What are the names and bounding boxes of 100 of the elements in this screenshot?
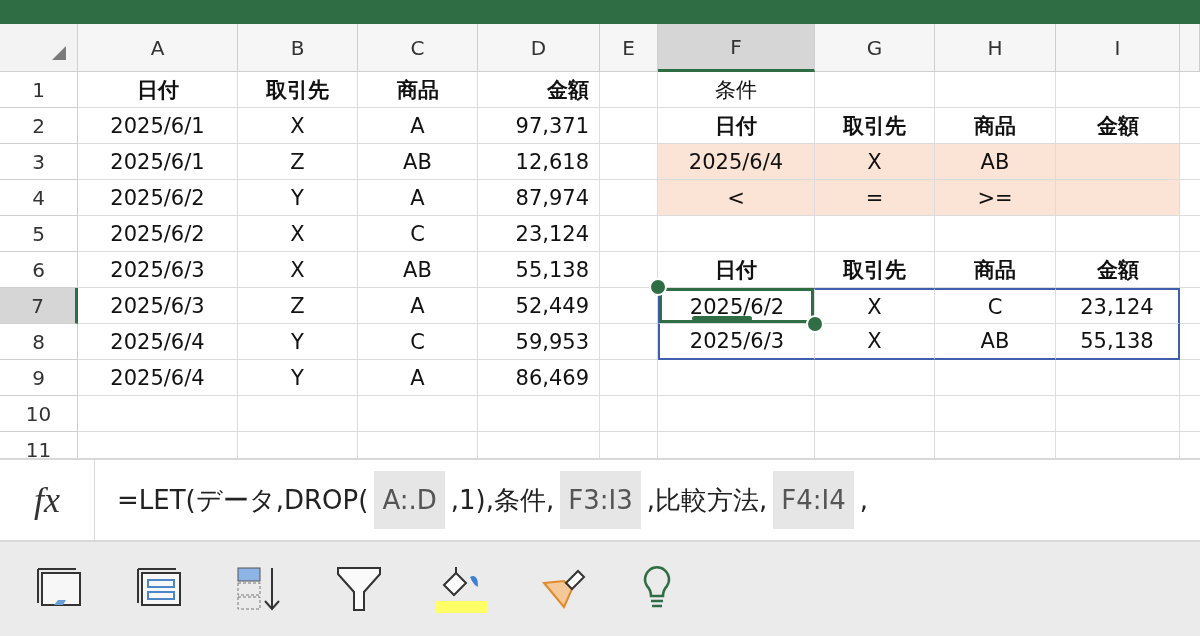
table-cell[interactable]: X (815, 144, 935, 180)
column-header[interactable]: C (358, 24, 478, 72)
table-cell[interactable] (815, 360, 935, 396)
brush-icon[interactable] (542, 569, 588, 609)
table-cell[interactable]: 23,124 (478, 216, 600, 252)
column-header[interactable]: B (238, 24, 358, 72)
table-cell[interactable]: C (358, 324, 478, 360)
table-cell[interactable]: X (238, 108, 358, 144)
table-cell[interactable]: 取引先 (815, 252, 935, 288)
table-cell[interactable]: AB (358, 252, 478, 288)
table-cell[interactable] (358, 396, 478, 432)
column-header[interactable]: H (935, 24, 1056, 72)
row-header[interactable]: 7 (0, 288, 78, 324)
formula-field[interactable]: =LET(データ,DROP( A:.D ,1),条件, F3:I3 ,比較方法, F4:I4 , (95, 460, 868, 540)
table-cell[interactable]: 2025/6/3 (78, 252, 238, 288)
table-cell[interactable]: 2025/6/2 (658, 288, 815, 324)
table-cell[interactable]: 86,469 (478, 360, 600, 396)
table-cell[interactable] (78, 396, 238, 432)
column-header[interactable]: D (478, 24, 600, 72)
table-cell[interactable]: = (815, 180, 935, 216)
table-cell[interactable]: 97,371 (478, 108, 600, 144)
table-cell[interactable]: X (238, 252, 358, 288)
table-cell[interactable] (478, 396, 600, 432)
selection-handle[interactable] (806, 315, 824, 333)
column-header[interactable]: F (658, 24, 815, 72)
table-cell[interactable]: A (358, 360, 478, 396)
select-all-icon[interactable] (51, 45, 67, 61)
column-header[interactable]: G (815, 24, 935, 72)
table-cell[interactable] (1056, 360, 1180, 396)
table-cell[interactable]: < (658, 180, 815, 216)
table-cell[interactable] (1056, 216, 1180, 252)
column-header[interactable]: I (1056, 24, 1180, 72)
table-cell[interactable]: AB (358, 144, 478, 180)
table-cell[interactable] (658, 216, 815, 252)
table-cell[interactable] (600, 72, 658, 108)
column-header[interactable]: E (600, 24, 658, 72)
table-cell[interactable]: C (358, 216, 478, 252)
table-cell[interactable]: 2025/6/3 (78, 288, 238, 324)
table-cell[interactable] (600, 108, 658, 144)
table-cell[interactable] (238, 396, 358, 432)
table-cell[interactable]: A (358, 288, 478, 324)
table-cell[interactable] (600, 360, 658, 396)
table-cell[interactable]: A (358, 180, 478, 216)
table-cell[interactable] (600, 216, 658, 252)
table-cell[interactable]: 金額 (1056, 252, 1180, 288)
table-cell[interactable]: Y (238, 180, 358, 216)
table-cell[interactable] (815, 72, 935, 108)
row-header[interactable]: 5 (0, 216, 78, 252)
column-header[interactable]: A (78, 24, 238, 72)
table-cell[interactable]: A (358, 108, 478, 144)
table-cell[interactable]: 2025/6/4 (658, 144, 815, 180)
row-header[interactable]: 2 (0, 108, 78, 144)
table-cell[interactable]: Z (238, 288, 358, 324)
row-header[interactable]: 10 (0, 396, 78, 432)
table-cell[interactable]: 商品 (358, 72, 478, 108)
table-cell[interactable]: C (935, 288, 1056, 324)
table-cell[interactable]: 59,953 (478, 324, 600, 360)
select-all-corner[interactable] (0, 24, 78, 72)
table-cell[interactable] (1056, 144, 1180, 180)
table-cell[interactable]: 取引先 (238, 72, 358, 108)
filter-icon[interactable] (336, 566, 382, 612)
table-cell[interactable] (658, 396, 815, 432)
function-label[interactable]: fx (0, 460, 95, 540)
table-cell[interactable]: 23,124 (1056, 288, 1180, 324)
table-cell[interactable]: 商品 (935, 252, 1056, 288)
table-cell[interactable] (1056, 72, 1180, 108)
table-cell[interactable]: 55,138 (1056, 324, 1180, 360)
row-header[interactable]: 4 (0, 180, 78, 216)
table-cell[interactable]: >= (935, 180, 1056, 216)
table-cell[interactable] (658, 360, 815, 396)
table-cell[interactable]: 12,618 (478, 144, 600, 180)
table-cell[interactable]: Y (238, 360, 358, 396)
table-cell[interactable] (600, 396, 658, 432)
table-cell[interactable]: 2025/6/2 (78, 216, 238, 252)
sort-down-icon[interactable] (236, 566, 282, 612)
table-cell[interactable]: Y (238, 324, 358, 360)
table-cell[interactable]: 2025/6/1 (78, 144, 238, 180)
row-header[interactable]: 6 (0, 252, 78, 288)
table-cell[interactable] (935, 216, 1056, 252)
table-cell[interactable] (1056, 180, 1180, 216)
table-cell[interactable]: 55,138 (478, 252, 600, 288)
table-cell[interactable] (600, 324, 658, 360)
table-cell[interactable]: AB (935, 144, 1056, 180)
table-cell[interactable]: X (238, 216, 358, 252)
table-cell[interactable]: 2025/6/4 (78, 324, 238, 360)
table-cell[interactable]: 87,974 (478, 180, 600, 216)
table-cell[interactable]: 52,449 (478, 288, 600, 324)
table-cell[interactable] (935, 72, 1056, 108)
table-cell[interactable] (815, 216, 935, 252)
table-cell[interactable] (815, 396, 935, 432)
row-header[interactable]: 3 (0, 144, 78, 180)
table-cell[interactable]: 2025/6/1 (78, 108, 238, 144)
selection-handle[interactable] (649, 278, 667, 296)
table-cell[interactable]: Z (238, 144, 358, 180)
table-cell[interactable]: 2025/6/2 (78, 180, 238, 216)
table-cell[interactable]: 日付 (78, 72, 238, 108)
table-cell[interactable]: AB (935, 324, 1056, 360)
table-cell[interactable] (935, 360, 1056, 396)
table-cell[interactable] (1056, 396, 1180, 432)
row-header[interactable]: 8 (0, 324, 78, 360)
